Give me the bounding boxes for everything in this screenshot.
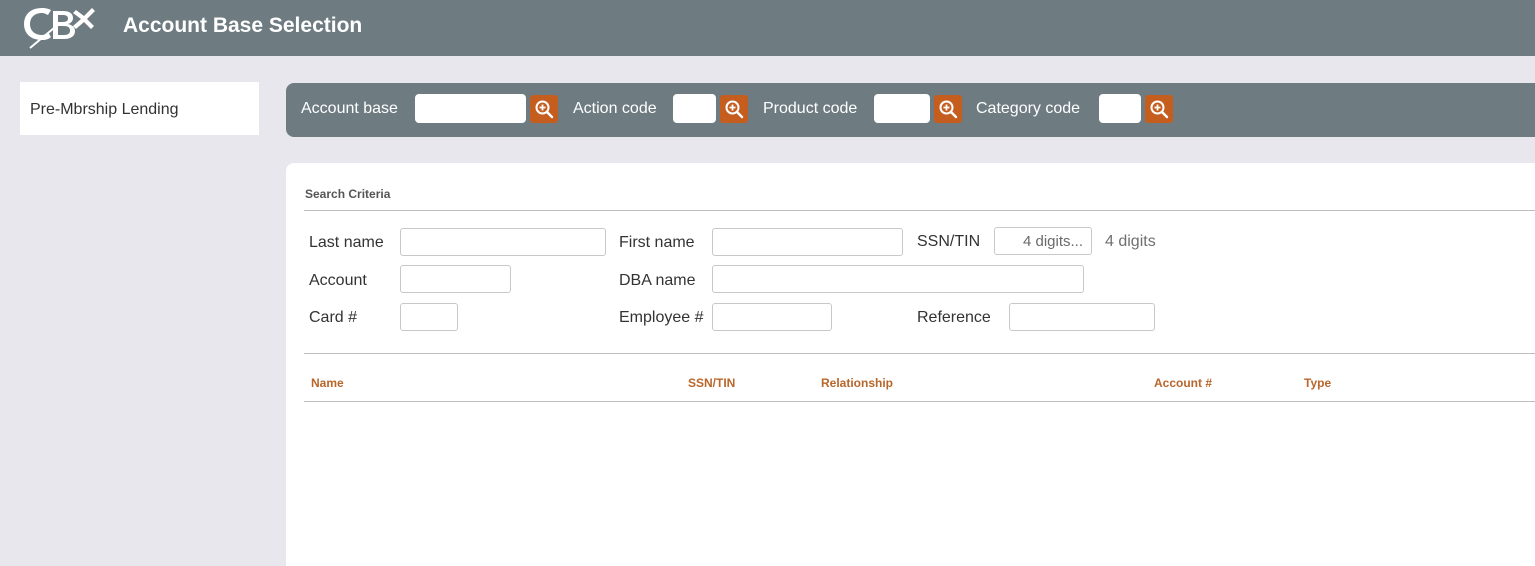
sidebar-item-pre-mbrship-lending[interactable]: Pre-Mbrship Lending bbox=[20, 82, 259, 135]
column-header-relationship[interactable]: Relationship bbox=[821, 376, 893, 390]
last-name-label: Last name bbox=[309, 234, 384, 251]
product-code-lookup-button[interactable] bbox=[934, 95, 962, 123]
action-code-input[interactable] bbox=[673, 94, 716, 123]
first-name-field[interactable] bbox=[712, 228, 903, 256]
card-number-field[interactable] bbox=[400, 303, 458, 331]
employee-number-label: Employee # bbox=[619, 309, 704, 326]
account-toolbar: Account base Action code Product code Ca… bbox=[286, 83, 1535, 137]
product-code-input[interactable] bbox=[874, 94, 930, 123]
last-name-field[interactable] bbox=[400, 228, 606, 256]
category-code-label: Category code bbox=[976, 100, 1081, 117]
cbx-logo-icon bbox=[20, 2, 96, 50]
account-label: Account bbox=[309, 272, 367, 289]
action-code-label: Action code bbox=[573, 100, 657, 117]
dba-name-field[interactable] bbox=[712, 265, 1084, 293]
category-code-input[interactable] bbox=[1099, 94, 1141, 123]
reference-field[interactable] bbox=[1009, 303, 1155, 331]
search-criteria-title: Search Criteria bbox=[305, 187, 391, 201]
results-divider bbox=[304, 353, 1535, 354]
account-base-input[interactable] bbox=[415, 94, 526, 123]
column-header-ssn[interactable]: SSN/TIN bbox=[688, 376, 735, 390]
section-divider bbox=[304, 210, 1535, 211]
app-header: Account Base Selection bbox=[0, 0, 1535, 56]
ssn-hint: 4 digits bbox=[1105, 233, 1156, 250]
column-header-type[interactable]: Type bbox=[1304, 376, 1331, 390]
first-name-label: First name bbox=[619, 234, 695, 251]
zoom-in-icon bbox=[939, 100, 958, 119]
reference-label: Reference bbox=[917, 309, 991, 326]
account-base-label: Account base bbox=[301, 100, 398, 117]
zoom-in-icon bbox=[535, 100, 554, 119]
category-code-lookup-button[interactable] bbox=[1145, 95, 1173, 123]
ssn-field[interactable] bbox=[994, 227, 1092, 255]
results-header-divider bbox=[304, 401, 1535, 402]
card-number-label: Card # bbox=[309, 309, 358, 326]
action-code-lookup-button[interactable] bbox=[720, 95, 748, 123]
product-code-label: Product code bbox=[763, 100, 858, 117]
zoom-in-icon bbox=[1150, 100, 1169, 119]
account-field[interactable] bbox=[400, 265, 511, 293]
ssn-label: SSN/TIN bbox=[917, 233, 981, 250]
column-header-account-number[interactable]: Account # bbox=[1154, 376, 1212, 390]
search-panel: Search Criteria Last name First name SSN… bbox=[286, 163, 1535, 566]
page-title: Account Base Selection bbox=[123, 14, 363, 37]
dba-name-label: DBA name bbox=[619, 272, 696, 289]
column-header-name[interactable]: Name bbox=[311, 376, 344, 390]
account-base-lookup-button[interactable] bbox=[530, 95, 558, 123]
zoom-in-icon bbox=[725, 100, 744, 119]
employee-number-field[interactable] bbox=[712, 303, 832, 331]
